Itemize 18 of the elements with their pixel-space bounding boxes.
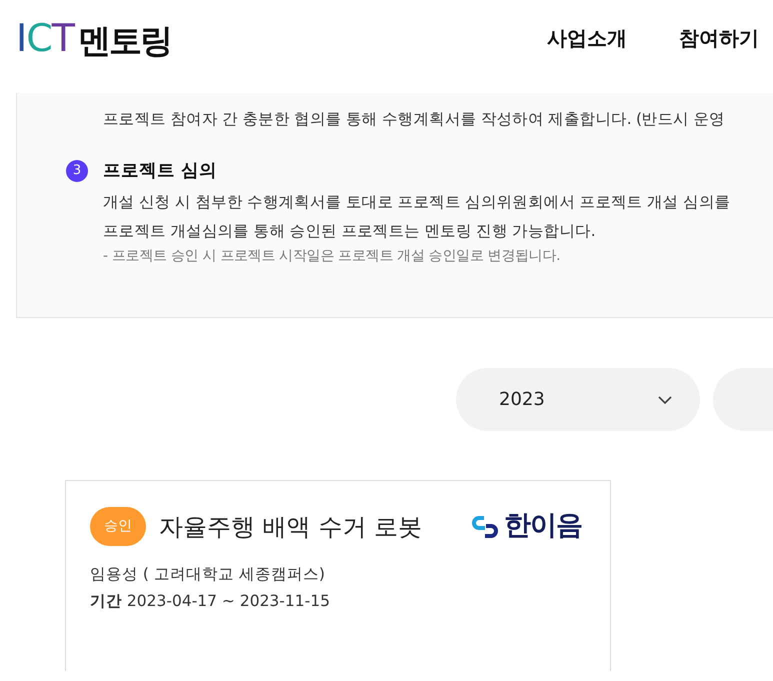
step-number: 3 [66,160,88,182]
step-title: 프로젝트 심의 [103,160,218,183]
description-text: 개설 신청 시 첨부한 수행계획서를 토대로 프로젝트 심의위원회에서 프로젝트 개설 심의를 [103,192,732,214]
description-text: 프로젝트 참여자 간 충분한 협의를 통해 수행계획서를 작성하여 제출합니다. (반드시 운영 [103,109,726,130]
year-dropdown[interactable]: 2023 [456,368,700,432]
description-text: 프로젝트 개설심의를 통해 승인된 프로젝트는 멘토링 진행 가능합니다. [103,221,596,242]
mentor-text: 임용성 ( 고려대학교 세종캠퍼스) [90,564,326,585]
nav-link[interactable]: 사업소개 [547,22,627,52]
chevron-down-icon [658,396,672,404]
status-badge: 승인 [90,507,146,546]
period-text: 기간 2023-04-17 ~ 2023-11-15 [90,591,331,612]
logo[interactable]: ICT멘토링 [16,18,171,56]
chain-link-icon [470,514,500,540]
partner-logo-text: 한이음 [504,509,582,544]
note-text: - 프로젝트 승인 시 프로젝트 시작일은 프로젝트 개설 승인일로 변경됩니다. [103,247,562,266]
nav-link[interactable]: 참여하기 [679,22,759,52]
project-card[interactable]: 승인 자율주행 배액 수거 로봇 한이음 임용성 ( 고려대학교 세종캠퍼스) 기간 2023-04-17 ~ 2023-11-15 [65,480,611,672]
project-title: 자율주행 배액 수거 로봇 [159,512,422,542]
